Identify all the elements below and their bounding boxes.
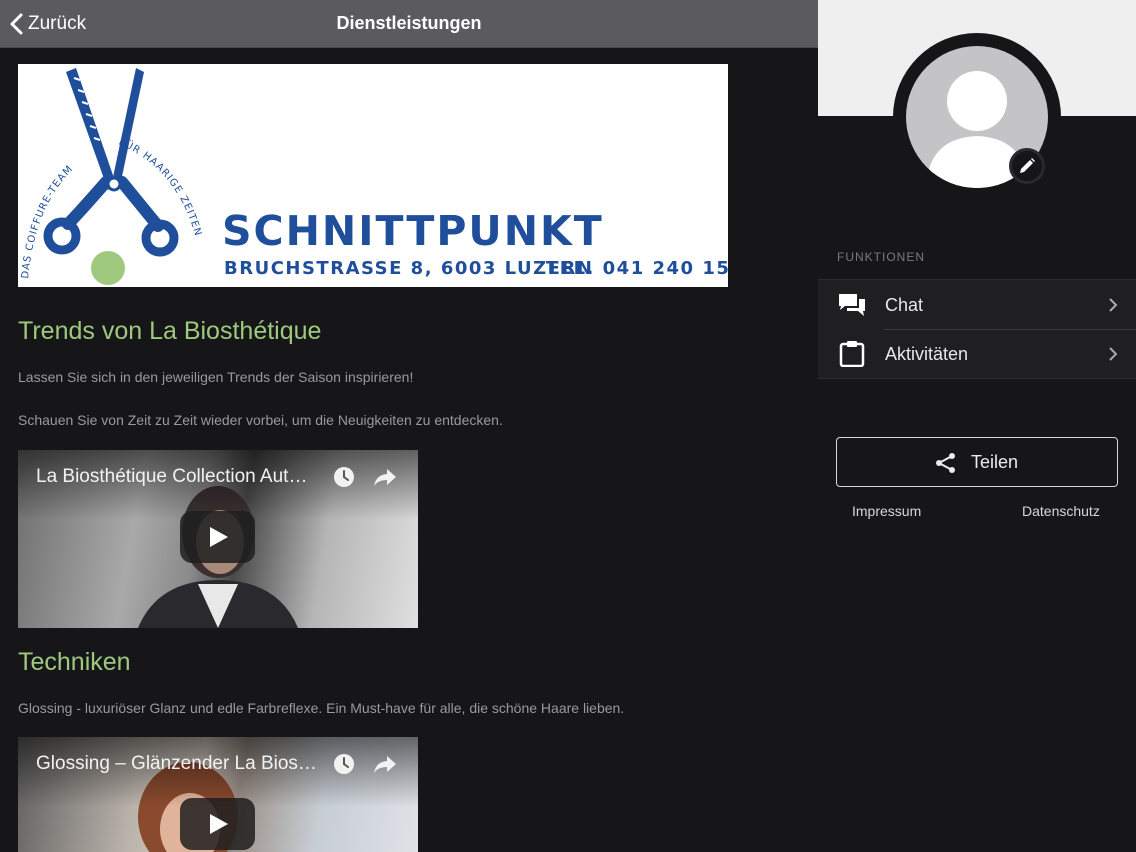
arc-text-left: DAS COIFFURE-TEAM FÜR HAARIGE ZEITEN bbox=[20, 137, 203, 280]
sidebar-item-label: Chat bbox=[885, 295, 924, 315]
clipboard-icon bbox=[839, 341, 865, 367]
page-title: Dienstleistungen bbox=[336, 13, 482, 33]
salon-banner-logo: DAS COIFFURE-TEAM FÜR HAARIGE ZEITEN SCH… bbox=[18, 64, 728, 287]
play-icon bbox=[210, 527, 228, 547]
chevron-right-icon bbox=[1109, 347, 1118, 361]
sidebar-item-activities[interactable]: Aktivitäten bbox=[818, 329, 1136, 379]
trends-paragraph-2: Schauen Sie von Zeit zu Zeit wieder vorb… bbox=[18, 412, 503, 428]
sidebar: FUNKTIONEN Chat Aktivitäten Teilen Impre… bbox=[818, 0, 1136, 852]
svg-text:DAS COIFFURE-TEAM: DAS COIFFURE-TEAM bbox=[20, 163, 76, 279]
share-icon bbox=[936, 453, 955, 473]
video-share-arrow-icon[interactable] bbox=[373, 467, 397, 487]
brand-telephone: TEL. 041 240 15 45 bbox=[546, 258, 728, 279]
back-button[interactable]: Zurück bbox=[8, 8, 86, 40]
share-button-label: Teilen bbox=[971, 452, 1019, 472]
main-pane: Zurück Dienstleistungen DAS COIFFURE-TEA… bbox=[0, 0, 818, 852]
techniken-paragraph-1: Glossing - luxuriöser Glanz und edle Far… bbox=[18, 700, 625, 716]
video-title: Glossing – Glänzender La Bios… bbox=[36, 753, 317, 774]
share-button[interactable]: Teilen bbox=[836, 437, 1118, 487]
sidebar-item-chat[interactable]: Chat bbox=[818, 279, 1136, 329]
play-button[interactable] bbox=[180, 798, 255, 850]
chevron-right-icon bbox=[1109, 298, 1118, 312]
chat-icon bbox=[839, 294, 865, 316]
watch-later-clock-icon[interactable] bbox=[333, 753, 355, 775]
content-area: DAS COIFFURE-TEAM FÜR HAARIGE ZEITEN SCH… bbox=[18, 64, 798, 852]
video-embed-techniken[interactable]: Glossing – Glänzender La Bios… bbox=[18, 737, 418, 852]
video-embed-trends[interactable]: La Biosthétique Collection Aut… bbox=[18, 450, 418, 628]
edit-avatar-button[interactable] bbox=[1009, 148, 1045, 184]
impressum-link[interactable]: Impressum bbox=[852, 503, 921, 519]
video-title: La Biosthétique Collection Aut… bbox=[36, 466, 308, 487]
section-title-trends: Trends von La Biosthétique bbox=[18, 317, 322, 345]
play-icon bbox=[210, 814, 228, 834]
play-button[interactable] bbox=[180, 511, 255, 563]
svg-text:FÜR HAARIGE ZEITEN: FÜR HAARIGE ZEITEN bbox=[117, 137, 203, 238]
sidebar-item-label: Aktivitäten bbox=[885, 344, 969, 364]
video-share-arrow-icon[interactable] bbox=[373, 754, 397, 774]
trends-paragraph-1: Lassen Sie sich in den jeweiligen Trends… bbox=[18, 369, 414, 385]
brand-name: SCHNITTPUNKT bbox=[222, 207, 604, 255]
app-window: Zurück Dienstleistungen DAS COIFFURE-TEA… bbox=[0, 0, 1136, 852]
section-title-techniken: Techniken bbox=[18, 648, 131, 676]
top-navigation-bar: Zurück Dienstleistungen bbox=[0, 0, 818, 48]
pencil-icon bbox=[1020, 158, 1035, 173]
functions-section-label: FUNKTIONEN bbox=[837, 250, 925, 264]
back-button-label: Zurück bbox=[28, 13, 87, 34]
brand-address: BRUCHSTRASSE 8, 6003 LUZERN bbox=[224, 258, 594, 279]
datenschutz-link[interactable]: Datenschutz bbox=[1022, 503, 1100, 519]
chevron-left-icon bbox=[10, 13, 23, 35]
watch-later-clock-icon[interactable] bbox=[333, 466, 355, 488]
